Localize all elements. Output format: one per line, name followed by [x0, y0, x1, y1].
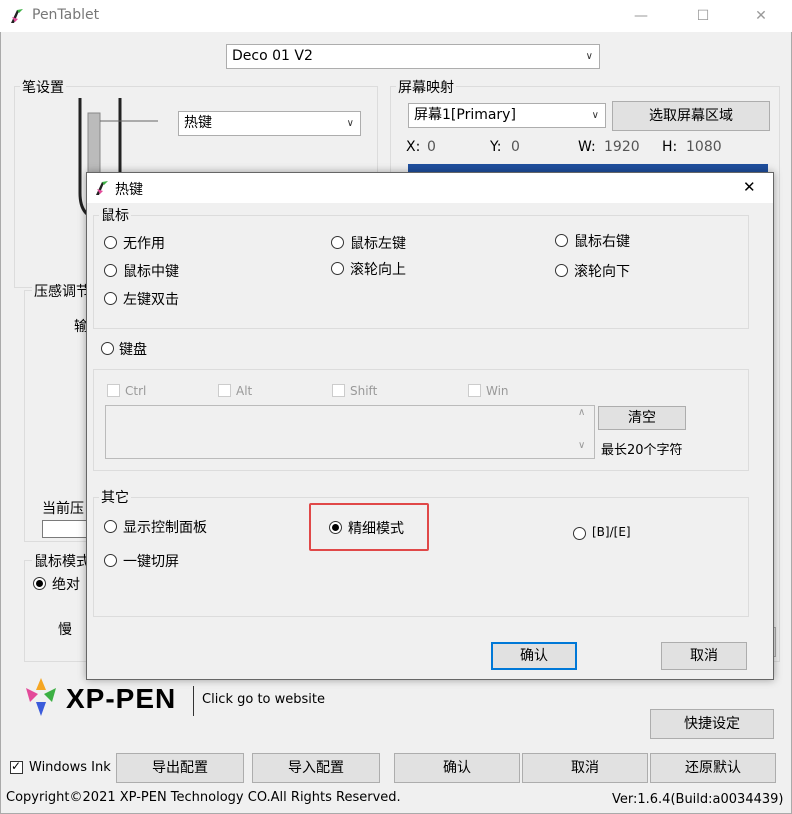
pentablet-logo-icon	[11, 9, 23, 23]
pen-button-select[interactable]: 热键 ∨	[178, 111, 361, 136]
restore-defaults-button[interactable]: 还原默认	[650, 753, 776, 783]
label-no-action: 无作用	[123, 236, 165, 252]
pen-button-select-value: 热键	[184, 115, 212, 131]
shift-label: Shift	[350, 384, 378, 398]
close-button[interactable]: ✕	[738, 0, 784, 32]
pentablet-logo-icon	[96, 181, 108, 195]
website-link[interactable]: Click go to website	[202, 692, 325, 707]
dialog-title: 热键	[115, 182, 143, 198]
ctrl-label: Ctrl	[125, 384, 147, 398]
label-fine-mode: 精细模式	[348, 521, 404, 537]
chevron-down-icon: ∨	[585, 51, 593, 62]
windows-ink-checkbox[interactable]	[10, 759, 23, 774]
radio-switch-screen[interactable]	[104, 554, 117, 567]
dialog-cancel-button[interactable]: 取消	[661, 642, 747, 670]
clear-button[interactable]: 清空	[598, 406, 686, 430]
version-text: Ver:1.6.4(Build:a0034439)	[612, 792, 784, 807]
pressure-label: 压感调节	[32, 281, 92, 301]
title-bar: PenTablet — ☐ ✕	[0, 0, 792, 32]
screen-mapping-label: 屏幕映射	[396, 77, 456, 97]
radio-wheel-down[interactable]	[555, 264, 568, 277]
alt-checkbox[interactable]	[218, 384, 231, 397]
scroll-down-icon[interactable]: ∨	[578, 440, 585, 451]
mouse-group	[93, 215, 749, 329]
x-value: 0	[427, 139, 436, 155]
dialog-close-button[interactable]: ✕	[743, 178, 756, 196]
other-group-label: 其它	[99, 487, 131, 507]
label-double-click: 左键双击	[123, 292, 179, 308]
radio-right-click[interactable]	[555, 234, 568, 247]
main-ok-button[interactable]: 确认	[394, 753, 520, 783]
scroll-up-icon[interactable]: ∧	[578, 407, 585, 418]
radio-show-panel[interactable]	[104, 520, 117, 533]
radio-be[interactable]	[573, 527, 586, 540]
current-pressure-label: 当前压	[42, 501, 84, 517]
win-checkbox[interactable]	[468, 384, 481, 397]
screen-select-value: 屏幕1[Primary]	[414, 107, 516, 123]
radio-keyboard[interactable]	[101, 342, 114, 355]
h-value: 1080	[686, 139, 722, 155]
hotkey-text-area[interactable]	[105, 405, 595, 459]
mouse-mode-label: 鼠标模式	[32, 551, 92, 571]
chevron-down-icon: ∨	[346, 118, 354, 129]
label-keyboard: 键盘	[119, 342, 147, 358]
radio-fine-mode[interactable]	[329, 521, 342, 534]
alt-label: Alt	[236, 384, 253, 398]
radio-wheel-up[interactable]	[331, 262, 344, 275]
hotkey-dialog: 热键 ✕ 鼠标 无作用 鼠标左键 鼠标右键 鼠标中键 滚轮向上 滚轮向下 左键双…	[86, 172, 774, 680]
device-select-value: Deco 01 V2	[232, 48, 313, 64]
dialog-ok-button[interactable]: 确认	[491, 642, 577, 670]
hotkey-scrollbar[interactable]: ∧ ∨	[575, 406, 592, 456]
shortcut-settings-button[interactable]: 快捷设定	[650, 709, 774, 739]
h-label: H:	[662, 139, 678, 155]
maximize-button[interactable]: ☐	[680, 0, 726, 32]
copyright-text: Copyright©2021 XP-PEN Technology CO.All …	[6, 790, 401, 805]
label-left-click: 鼠标左键	[350, 236, 406, 252]
current-pressure-bar	[42, 520, 90, 538]
label-show-panel: 显示控制面板	[123, 520, 207, 536]
label-switch-screen: 一键切屏	[123, 554, 179, 570]
label-wheel-down: 滚轮向下	[574, 264, 630, 280]
w-value: 1920	[604, 139, 640, 155]
radio-left-click[interactable]	[331, 236, 344, 249]
main-cancel-button[interactable]: 取消	[522, 753, 648, 783]
max-chars-hint: 最长20个字符	[601, 443, 683, 458]
windows-ink-label: Windows Ink	[29, 760, 111, 775]
mouse-group-label: 鼠标	[99, 205, 131, 225]
radio-no-action[interactable]	[104, 236, 117, 249]
window-title: PenTablet	[32, 7, 100, 23]
win-label: Win	[486, 384, 509, 398]
label-right-click: 鼠标右键	[574, 234, 630, 250]
screen-select[interactable]: 屏幕1[Primary] ∨	[408, 103, 606, 128]
minimize-button[interactable]: —	[618, 0, 664, 32]
label-be: [B]/[E]	[592, 525, 631, 539]
speed-slow-label: 慢	[58, 622, 72, 638]
y-value: 0	[511, 139, 520, 155]
ctrl-checkbox[interactable]	[107, 384, 120, 397]
y-label: Y:	[490, 139, 502, 155]
radio-middle-click[interactable]	[104, 264, 117, 277]
select-screen-area-button[interactable]: 选取屏幕区域	[612, 101, 770, 131]
shift-checkbox[interactable]	[332, 384, 345, 397]
xppen-brand[interactable]: XP-PEN	[66, 683, 176, 715]
import-config-button[interactable]: 导入配置	[252, 753, 380, 783]
pen-settings-label: 笔设置	[20, 77, 66, 97]
xppen-logo-icon[interactable]	[22, 676, 60, 718]
absolute-mode-label: 绝对	[52, 577, 80, 593]
dialog-title-bar: 热键 ✕	[87, 173, 773, 203]
screen-preview[interactable]	[408, 164, 768, 172]
device-select[interactable]: Deco 01 V2 ∨	[226, 44, 600, 69]
chevron-down-icon: ∨	[591, 110, 599, 121]
x-label: X:	[406, 139, 421, 155]
logo-divider	[193, 686, 194, 716]
w-label: W:	[578, 139, 596, 155]
export-config-button[interactable]: 导出配置	[116, 753, 244, 783]
absolute-mode-radio[interactable]	[33, 577, 46, 590]
radio-double-click[interactable]	[104, 292, 117, 305]
label-middle-click: 鼠标中键	[123, 264, 179, 280]
label-wheel-up: 滚轮向上	[350, 262, 406, 278]
